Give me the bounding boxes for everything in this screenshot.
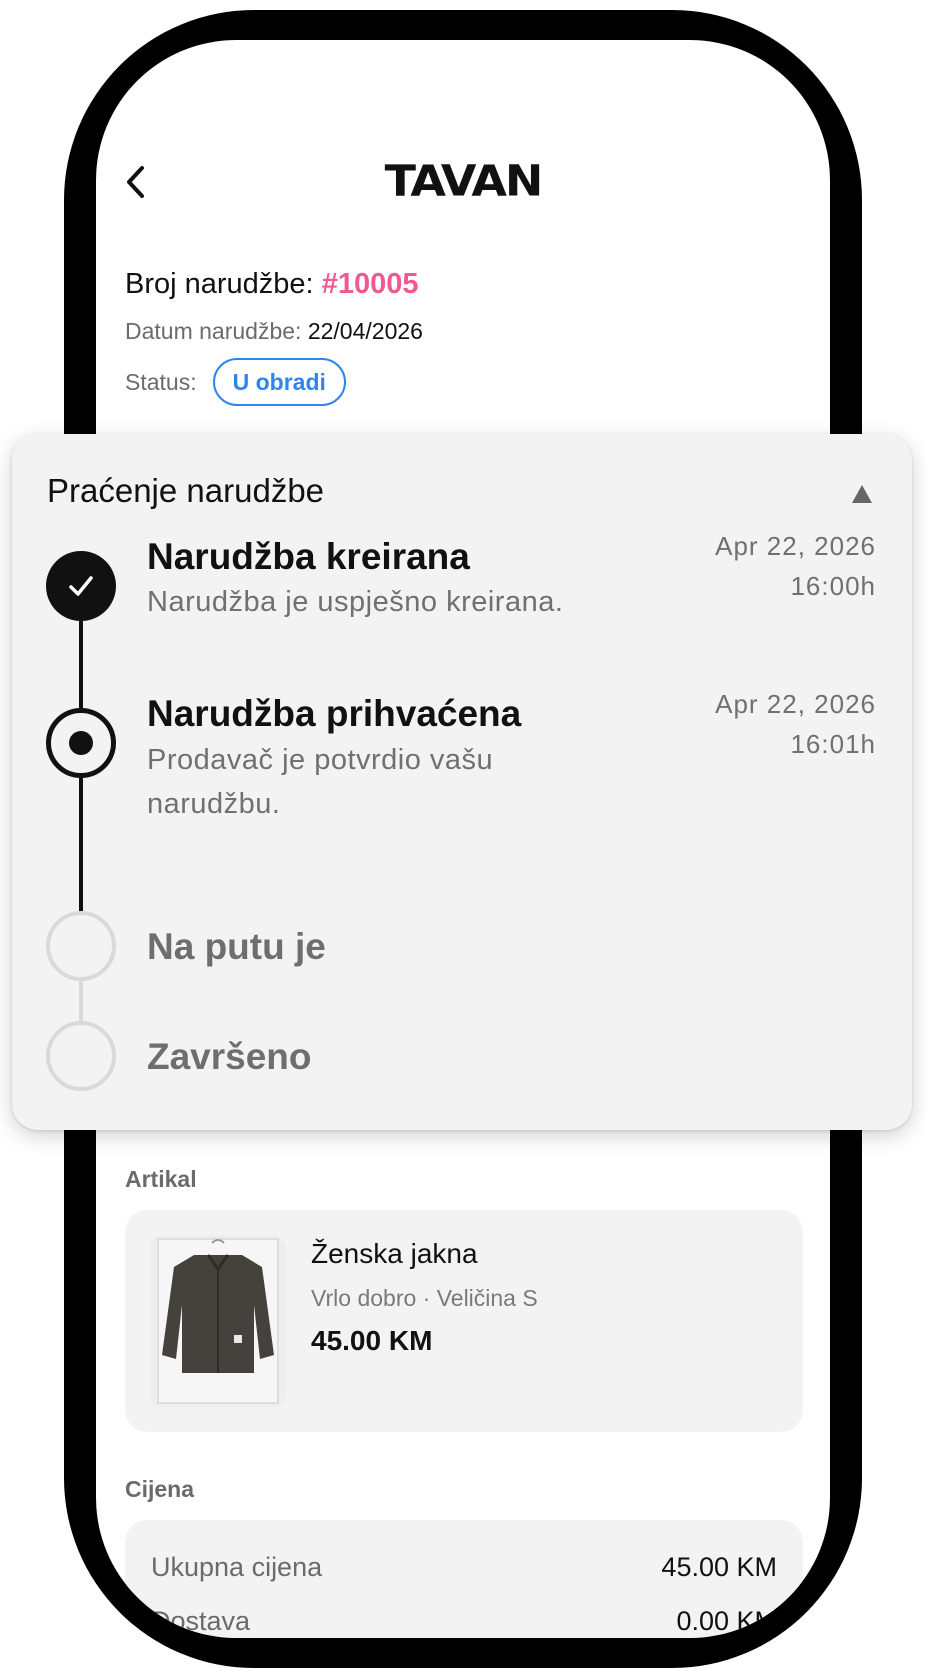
step-timestamp: Apr 22, 2026 16:01h [715, 684, 876, 764]
timeline-connector [79, 778, 83, 911]
step-pending-indicator [46, 1021, 116, 1091]
price-label: Ukupna cijena [151, 1552, 323, 1582]
step-completed-indicator [46, 551, 116, 621]
order-date-value: 22/04/2026 [307, 318, 423, 344]
tracking-title: Praćenje narudžbe [47, 472, 325, 509]
item-price: 45.00 KM [311, 1325, 433, 1356]
step-title: Narudžba kreirana [147, 536, 470, 577]
jacket-image [150, 1235, 286, 1407]
order-number-label: Broj narudžbe: [125, 268, 314, 300]
app-logo[interactable]: TAVAN [330, 152, 596, 209]
timeline-connector [79, 621, 83, 708]
timeline-connector [79, 981, 83, 1021]
step-current-indicator [46, 708, 116, 778]
price-value: 0.00 KM [676, 1606, 777, 1636]
chevron-left-icon [127, 166, 144, 198]
order-date: Datum narudžbe: 22/04/2026 [125, 318, 423, 345]
step-description: Prodavač je potvrdio vašu narudžbu. [147, 744, 494, 820]
step-time: 16:01h [790, 729, 876, 759]
price-label: Dostava [151, 1606, 251, 1636]
back-button[interactable] [118, 160, 152, 204]
price-summary-card: Ukupna cijena 45.00 KM Dostava 0.00 KM [125, 1520, 803, 1660]
status-label: Status: [125, 368, 197, 395]
price-row-total: Ukupna cijena 45.00 KM [151, 1552, 777, 1583]
step-timestamp: Apr 22, 2026 16:00h [715, 526, 876, 606]
price-value: 45.00 KM [661, 1552, 777, 1582]
item-title: Ženska jakna [311, 1238, 478, 1269]
step-date: Apr 22, 2026 [715, 531, 876, 561]
article-section-label: Artikal [125, 1166, 197, 1192]
step-time: 16:00h [790, 571, 876, 601]
pricing-section-label: Cijena [125, 1476, 195, 1502]
collapse-toggle[interactable] [842, 474, 882, 514]
step-date: Apr 22, 2026 [715, 689, 876, 719]
price-row-shipping: Dostava 0.00 KM [151, 1606, 777, 1637]
order-number-value: #10005 [321, 268, 419, 300]
step-pending-indicator [46, 911, 116, 981]
article-card[interactable]: Ženska jakna Vrlo dobro · Veličina S 45.… [125, 1210, 803, 1432]
current-dot-icon [69, 731, 93, 755]
triangle-up-icon [852, 485, 872, 503]
checkmark-icon [69, 576, 93, 596]
step-description: Narudžba je uspješno kreirana. [147, 586, 564, 618]
status-row: Status: U obradi [125, 358, 346, 406]
order-number: Broj narudžbe: #10005 [125, 268, 418, 301]
order-tracking-card: Praćenje narudžbe Narudžba kreirana Naru… [12, 434, 912, 1130]
item-thumbnail [150, 1235, 286, 1407]
item-meta: Vrlo dobro · Veličina S [311, 1285, 538, 1311]
step-title: Završeno [147, 1036, 312, 1077]
status-badge: U obradi [212, 358, 346, 406]
order-date-label: Datum narudžbe: [125, 318, 302, 344]
step-title: Narudžba prihvaćena [147, 693, 522, 734]
step-title: Na putu je [147, 926, 326, 967]
